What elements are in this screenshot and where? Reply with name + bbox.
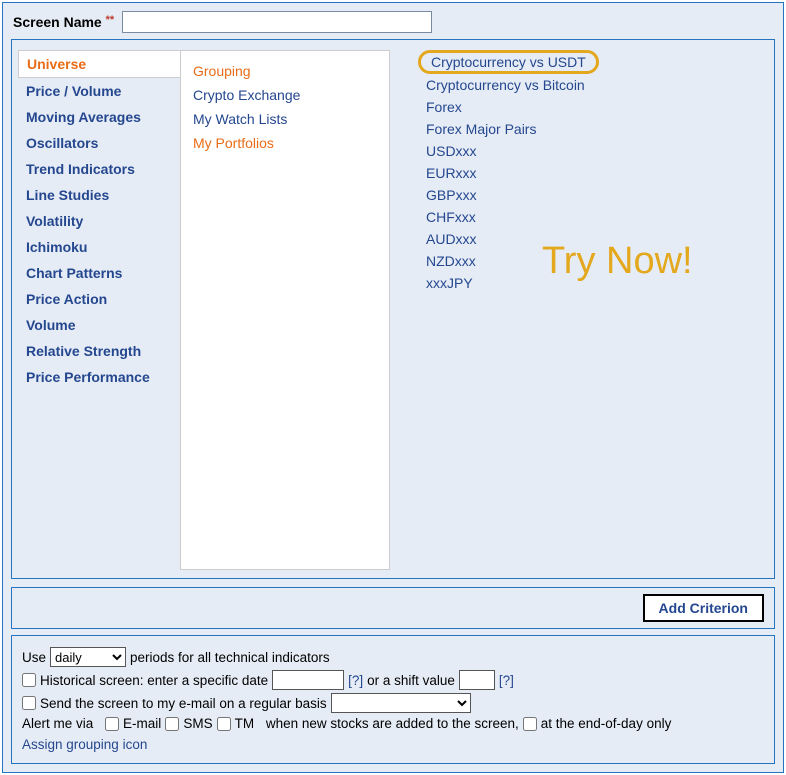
- screen-name-input[interactable]: [122, 11, 432, 33]
- alert-tm-checkbox[interactable]: [217, 717, 231, 731]
- send-frequency-select[interactable]: [331, 693, 471, 713]
- use-prefix: Use: [22, 650, 46, 665]
- alert-mid: when new stocks are added to the screen,: [266, 716, 519, 731]
- period-select[interactable]: daily: [50, 647, 126, 667]
- category-item[interactable]: Ichimoku: [18, 234, 180, 260]
- alert-sms-label: SMS: [183, 716, 212, 731]
- criteria-panel: UniversePrice / VolumeMoving AveragesOsc…: [11, 39, 775, 579]
- group-item[interactable]: My Portfolios: [193, 131, 377, 155]
- option-item[interactable]: GBPxxx: [418, 184, 485, 206]
- option-list: Cryptocurrency vs USDTCryptocurrency vs …: [390, 40, 774, 578]
- alert-email-checkbox[interactable]: [105, 717, 119, 731]
- alert-sms-checkbox[interactable]: [165, 717, 179, 731]
- category-list: UniversePrice / VolumeMoving AveragesOsc…: [12, 40, 180, 578]
- alert-email-label: E-mail: [123, 716, 161, 731]
- alert-tm-label: TM: [235, 716, 255, 731]
- option-item[interactable]: Cryptocurrency vs USDT: [418, 50, 599, 74]
- historical-label: Historical screen: enter a specific date: [40, 673, 268, 688]
- category-item[interactable]: Price Action: [18, 286, 180, 312]
- category-item[interactable]: Price / Volume: [18, 78, 180, 104]
- assign-grouping-icon-link[interactable]: Assign grouping icon: [22, 737, 147, 752]
- option-item[interactable]: USDxxx: [418, 140, 485, 162]
- option-item[interactable]: AUDxxx: [418, 228, 485, 250]
- option-item[interactable]: NZDxxx: [418, 250, 484, 272]
- group-list: GroupingCrypto ExchangeMy Watch ListsMy …: [180, 50, 390, 570]
- historical-date-help[interactable]: [?]: [348, 673, 363, 688]
- alert-eod-checkbox[interactable]: [523, 717, 537, 731]
- category-item[interactable]: Oscillators: [18, 130, 180, 156]
- category-item[interactable]: Volatility: [18, 208, 180, 234]
- required-mark: **: [106, 14, 115, 26]
- send-email-label: Send the screen to my e-mail on a regula…: [40, 696, 327, 711]
- category-item[interactable]: Universe: [18, 50, 181, 78]
- option-item[interactable]: Cryptocurrency vs Bitcoin: [418, 74, 593, 96]
- category-item[interactable]: Trend Indicators: [18, 156, 180, 182]
- historical-shift-help[interactable]: [?]: [499, 673, 514, 688]
- category-item[interactable]: Line Studies: [18, 182, 180, 208]
- alert-prefix: Alert me via: [22, 716, 93, 731]
- option-item[interactable]: CHFxxx: [418, 206, 484, 228]
- alert-eod-label: at the end-of-day only: [541, 716, 672, 731]
- category-item[interactable]: Price Performance: [18, 364, 180, 390]
- historical-shift-input[interactable]: [459, 670, 495, 690]
- category-item[interactable]: Moving Averages: [18, 104, 180, 130]
- group-item[interactable]: Crypto Exchange: [193, 83, 377, 107]
- group-item[interactable]: My Watch Lists: [193, 107, 377, 131]
- option-item[interactable]: EURxxx: [418, 162, 485, 184]
- historical-mid: or a shift value: [367, 673, 455, 688]
- option-item[interactable]: xxxJPY: [418, 272, 481, 294]
- category-item[interactable]: Relative Strength: [18, 338, 180, 364]
- send-email-checkbox[interactable]: [22, 696, 36, 710]
- option-item[interactable]: Forex: [418, 96, 470, 118]
- settings-panel: Use daily periods for all technical indi…: [11, 635, 775, 764]
- category-item[interactable]: Chart Patterns: [18, 260, 180, 286]
- option-item[interactable]: Forex Major Pairs: [418, 118, 544, 140]
- historical-date-input[interactable]: [272, 670, 344, 690]
- screen-name-label: Screen Name **: [13, 14, 114, 30]
- historical-checkbox[interactable]: [22, 673, 36, 687]
- category-item[interactable]: Volume: [18, 312, 180, 338]
- use-suffix: periods for all technical indicators: [130, 650, 330, 665]
- group-item[interactable]: Grouping: [193, 59, 377, 83]
- add-criterion-button[interactable]: Add Criterion: [643, 594, 764, 622]
